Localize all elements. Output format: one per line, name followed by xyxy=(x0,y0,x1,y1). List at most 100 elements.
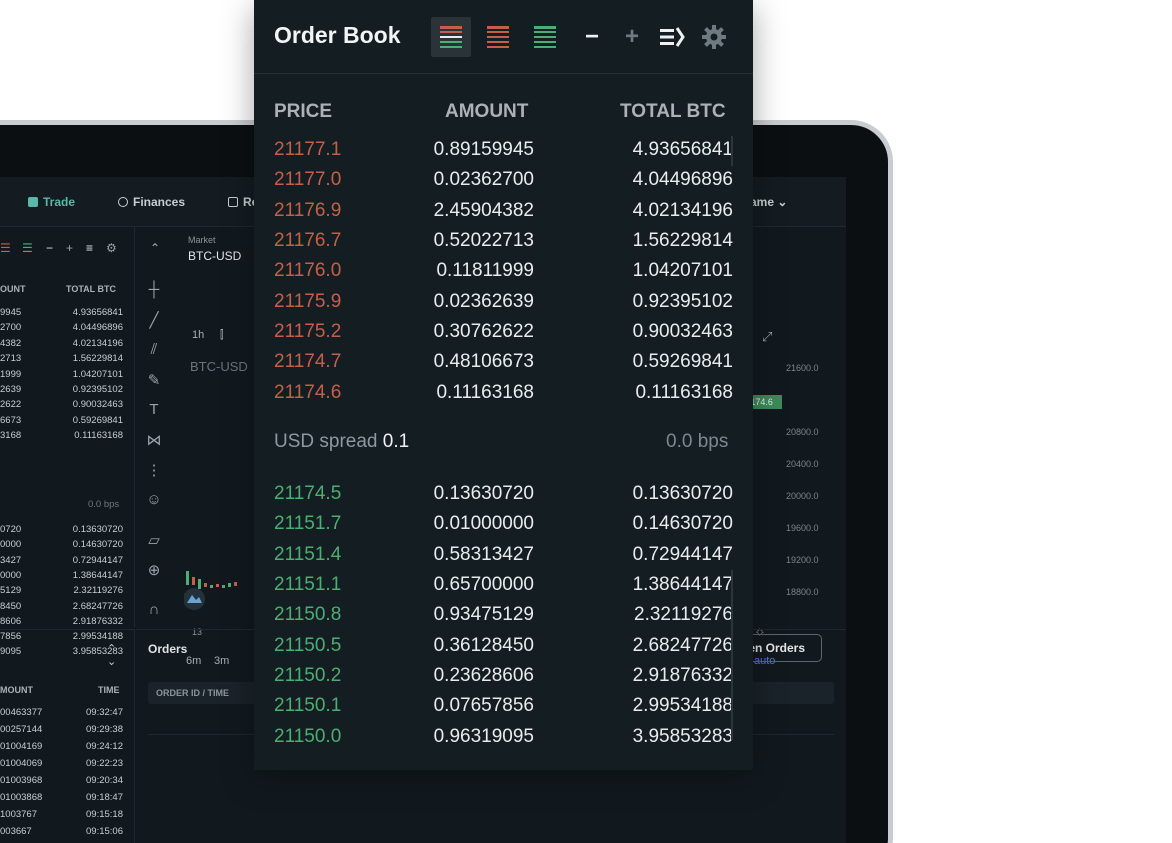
settings-button[interactable] xyxy=(694,17,734,57)
scrollbar[interactable] xyxy=(731,136,733,166)
emoji-icon[interactable]: ☺ xyxy=(144,491,164,511)
increase-precision-button[interactable]: + xyxy=(612,17,652,57)
bid-total: 1.38644147 xyxy=(632,574,733,596)
trade-amount: 00257144 xyxy=(0,724,43,735)
zoom-icon[interactable]: ⊕ xyxy=(144,561,164,581)
decrease-precision-button[interactable]: − xyxy=(572,17,612,57)
bid-row[interactable]: 21151.4 0.58313427 0.72944147 xyxy=(254,544,753,570)
bid-total: 3.95853283 xyxy=(632,725,733,747)
order-book-title: Order Book xyxy=(274,22,401,48)
ask-total: 1.04207101 xyxy=(632,260,733,282)
bid-row[interactable]: 21150.5 0.36128450 2.68247726 xyxy=(254,635,753,661)
both-sides-icon xyxy=(440,26,462,48)
bid-row[interactable]: 21150.1 0.07657856 2.99534188 xyxy=(254,695,753,721)
bid-amount: 0.23628606 xyxy=(433,665,534,687)
ask-amount: 0.52022713 xyxy=(433,230,534,252)
group-icon[interactable]: ≡ xyxy=(86,241,93,255)
gear-icon[interactable]: ⚙ xyxy=(106,241,117,255)
ask-row[interactable]: 21174.7 0.48106673 0.59269841 xyxy=(254,351,753,377)
bid-row[interactable]: 21150.8 0.93475129 2.32119276 xyxy=(254,604,753,630)
price-axis-label: 19600.0 xyxy=(786,523,819,533)
plus-icon: + xyxy=(624,23,639,50)
trendline-icon[interactable]: ╱ xyxy=(144,311,164,331)
trades-panel: ⌃ ⌄ MOUNT TIME 00463377 09:32:47 00257144 09… xyxy=(0,629,135,843)
chart-symbol: BTC-USD xyxy=(190,359,248,374)
trades-time-header: TIME xyxy=(98,685,120,695)
minus-icon[interactable]: − xyxy=(46,241,53,255)
ask-amount: 2.45904382 xyxy=(433,199,534,221)
mini-ask-amount: 2622 xyxy=(0,399,22,411)
candle xyxy=(204,583,207,587)
ask-amount: 0.11163168 xyxy=(436,381,534,403)
mini-ask-amount: 9945 xyxy=(0,307,22,318)
mini-bid-total: 0.14630720 xyxy=(72,539,123,551)
measure-icon[interactable]: ⋮ xyxy=(144,461,164,481)
bid-amount: 0.01000000 xyxy=(433,513,534,535)
nav-trade[interactable]: Trade xyxy=(28,195,75,209)
asks-view-icon[interactable]: ☰ xyxy=(0,241,11,255)
ask-row[interactable]: 21176.0 0.11811999 1.04207101 xyxy=(254,260,753,286)
ask-amount: 0.11811999 xyxy=(436,260,534,282)
ask-total: 4.93656841 xyxy=(632,139,733,160)
brush-icon[interactable]: ✎ xyxy=(144,371,164,391)
ask-price: 21176.9 xyxy=(274,199,342,221)
spread-label: USD spread xyxy=(274,431,378,452)
ask-price: 21175.9 xyxy=(274,290,342,312)
mini-bid-total: 0.72944147 xyxy=(72,554,123,566)
ask-price: 21174.6 xyxy=(274,381,342,403)
trade-amount: 003667 xyxy=(0,826,32,837)
nav-finances[interactable]: Finances xyxy=(118,195,185,209)
magnet-icon[interactable]: ∩ xyxy=(144,601,164,621)
pattern-icon[interactable]: ⋈ xyxy=(144,431,164,451)
ask-row[interactable]: 21176.9 2.45904382 4.02134196 xyxy=(254,200,753,226)
bid-row[interactable]: 21151.7 0.01000000 0.14630720 xyxy=(254,513,753,539)
both-sides-view-button[interactable] xyxy=(431,17,471,57)
candle xyxy=(210,585,213,588)
mini-bid-amount: 8606 xyxy=(0,615,22,627)
bid-row[interactable]: 21174.5 0.13630720 0.13630720 xyxy=(254,483,753,509)
price-axis-label: 20400.0 xyxy=(786,459,819,469)
fullscreen-icon[interactable]: ⤢ xyxy=(762,329,772,345)
interval-selector[interactable]: 1h xyxy=(192,329,204,341)
ask-row[interactable]: 21177.0 0.02362700 4.04496896 xyxy=(254,169,753,195)
user-menu[interactable]: ame ⌄ xyxy=(750,195,787,209)
crosshair-icon[interactable]: ┼ xyxy=(144,281,164,301)
text-icon[interactable]: T xyxy=(144,401,164,421)
bids-view-button[interactable] xyxy=(525,17,565,57)
bid-price: 21174.5 xyxy=(274,483,342,504)
fib-icon[interactable]: ⫽ xyxy=(144,341,164,361)
bid-amount: 0.13630720 xyxy=(433,483,534,504)
market-selector[interactable]: BTC-USD xyxy=(188,249,241,263)
ask-row[interactable]: 21177.1 0.89159945 4.93656841 xyxy=(254,139,753,165)
bid-total: 0.13630720 xyxy=(632,483,733,504)
minus-icon: − xyxy=(584,23,599,50)
ask-row[interactable]: 21174.6 0.11163168 0.11163168 xyxy=(254,382,753,408)
trade-time: 09:20:34 xyxy=(86,775,123,786)
bid-total: 0.14630720 xyxy=(632,513,733,535)
mini-ask-total: 1.04207101 xyxy=(72,368,123,380)
bid-price: 21150.5 xyxy=(274,634,342,656)
plus-icon[interactable]: + xyxy=(66,241,73,255)
candles-icon[interactable]: ⫿ xyxy=(220,329,224,342)
scrollbar[interactable] xyxy=(731,570,733,740)
ask-row[interactable]: 21176.7 0.52022713 1.56229814 xyxy=(254,230,753,256)
mini-bid-amount: 0720 xyxy=(0,524,22,535)
bid-row[interactable]: 21150.0 0.96319095 3.95853283 xyxy=(254,726,753,752)
bids-view-icon[interactable]: ☰ xyxy=(22,241,33,255)
ask-row[interactable]: 21175.9 0.02362639 0.92395102 xyxy=(254,291,753,317)
grouping-button[interactable] xyxy=(652,17,692,57)
asks-view-button[interactable] xyxy=(478,17,518,57)
ask-row[interactable]: 21175.2 0.30762622 0.90032463 xyxy=(254,321,753,347)
price-axis-label: 21600.0 xyxy=(786,363,819,373)
grouping-icon xyxy=(660,27,685,47)
chevron-up-icon[interactable]: ⌃ xyxy=(150,241,160,255)
bid-row[interactable]: 21151.1 0.65700000 1.38644147 xyxy=(254,574,753,600)
ask-total: 0.59269841 xyxy=(632,351,733,373)
bid-amount: 0.36128450 xyxy=(433,634,534,656)
collapse-icon[interactable]: ⌃ ⌄ xyxy=(107,642,116,668)
mini-bid-amount: 3427 xyxy=(0,554,22,566)
ruler-icon[interactable]: ▱ xyxy=(144,531,164,551)
bid-row[interactable]: 21150.2 0.23628606 2.91876332 xyxy=(254,665,753,691)
bid-price: 21151.7 xyxy=(274,513,342,535)
chevron-down-icon: ⌄ xyxy=(777,195,788,209)
